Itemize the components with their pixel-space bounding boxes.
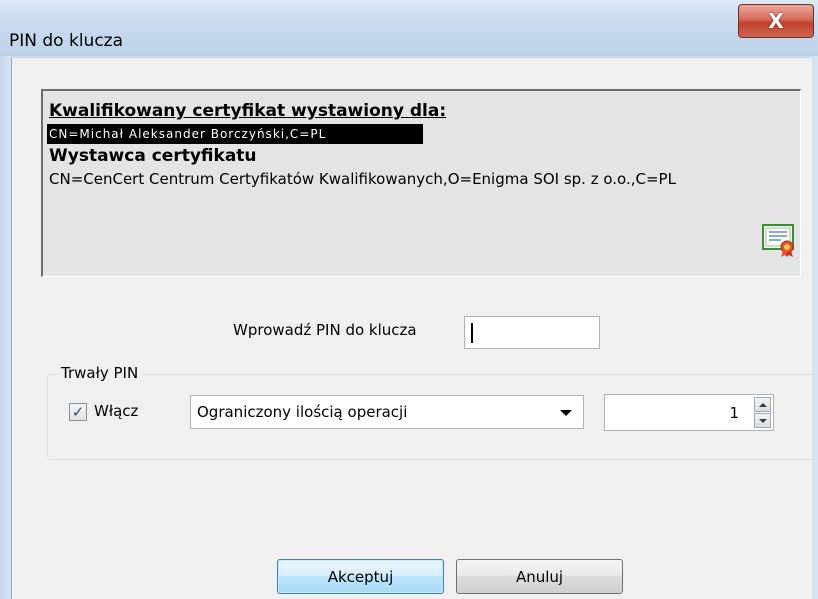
spinner-up-button[interactable] xyxy=(754,397,771,412)
title-bar[interactable]: PIN do klucza X xyxy=(0,0,818,56)
cancel-button[interactable]: Anuluj xyxy=(456,559,623,594)
close-icon: X xyxy=(768,9,784,33)
spinner-down-button[interactable] xyxy=(754,413,771,428)
window-frame-left xyxy=(0,56,11,599)
certificate-subject: CN=Michał Aleksander Borczyński,C=PL xyxy=(47,124,423,144)
chevron-down-icon[interactable] xyxy=(560,410,572,416)
issuer-value: CN=CenCert Centrum Certyfikatów Kwalifik… xyxy=(49,170,676,188)
operation-count-value: 1 xyxy=(729,404,739,422)
dialog-window: PIN do klucza X Kwalifikowany certyfikat… xyxy=(0,0,818,599)
certificate-icon xyxy=(762,224,794,257)
close-button[interactable]: X xyxy=(738,4,814,38)
window-frame-right xyxy=(811,56,818,599)
arrow-up-icon xyxy=(758,402,767,407)
issuer-heading: Wystawca certyfikatu xyxy=(49,146,257,166)
persistent-pin-legend: Trwały PIN xyxy=(57,364,143,382)
pin-label: Wprowadź PIN do klucza xyxy=(233,321,417,339)
checkmark-icon: ✓ xyxy=(71,403,85,421)
arrow-down-icon xyxy=(758,418,767,423)
pin-mode-dropdown[interactable]: Ograniczony ilością operacji xyxy=(190,395,584,429)
enable-checkbox[interactable]: ✓ xyxy=(69,403,87,421)
operation-count-spinner[interactable]: 1 xyxy=(604,394,774,431)
certificate-heading: Kwalifikowany certyfikat wystawiony dla: xyxy=(49,101,447,121)
dialog-client-area: Kwalifikowany certyfikat wystawiony dla:… xyxy=(11,58,818,599)
pin-input[interactable] xyxy=(464,316,600,349)
certificate-info-panel: Kwalifikowany certyfikat wystawiony dla:… xyxy=(41,89,801,277)
pin-mode-selected: Ograniczony ilością operacji xyxy=(197,403,408,421)
accept-button[interactable]: Akceptuj xyxy=(277,559,444,594)
spinner-buttons xyxy=(754,397,771,428)
enable-checkbox-label[interactable]: Włącz xyxy=(94,402,138,420)
window-title: PIN do klucza xyxy=(9,31,124,51)
text-caret xyxy=(471,323,473,343)
